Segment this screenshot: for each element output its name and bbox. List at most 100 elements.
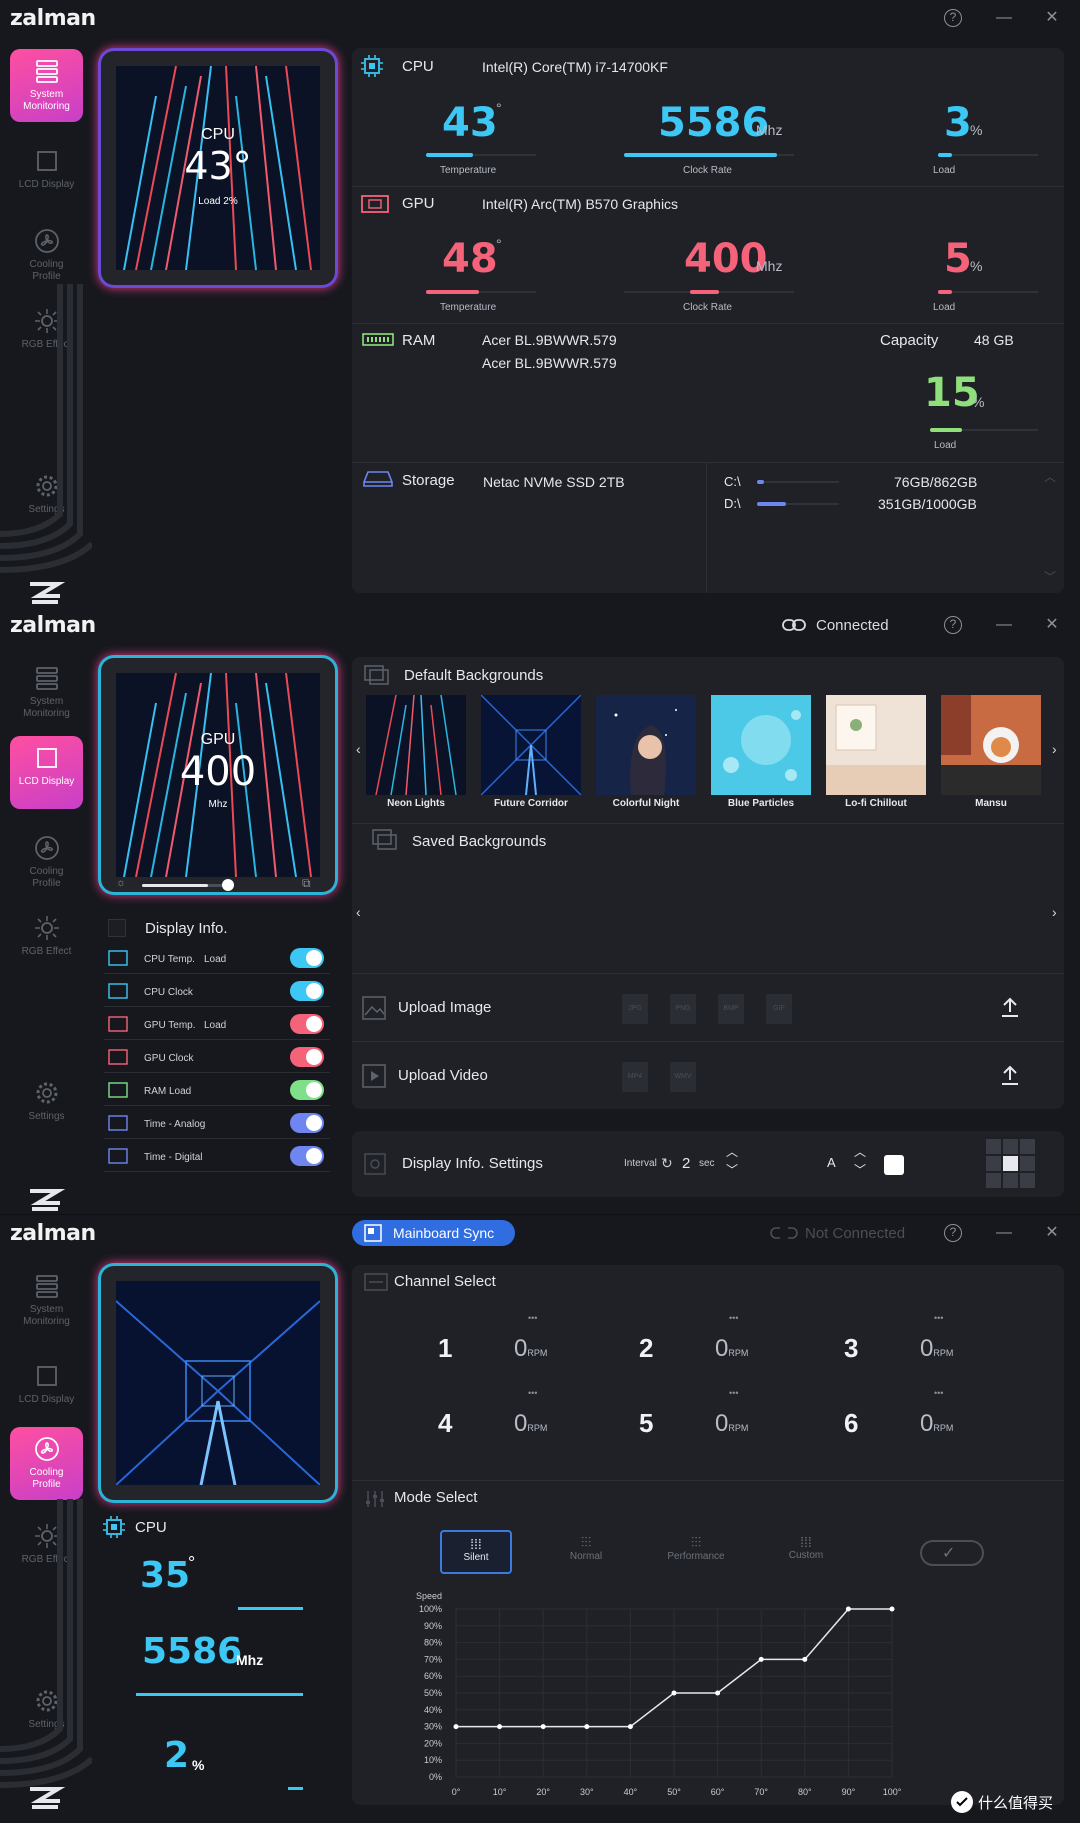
rpm-value: 0 <box>920 1335 934 1362</box>
nav-cooling-profile[interactable]: Cooling Profile <box>10 826 83 899</box>
display-item-toggle[interactable] <box>290 1113 324 1133</box>
check-icon: ✓ <box>942 1545 956 1562</box>
lcd-value: 400 <box>179 749 257 795</box>
nav-system-monitoring[interactable]: System Monitoring <box>10 656 83 729</box>
display-item-toggle[interactable] <box>290 1146 324 1166</box>
title-bar: zalman Mainboard Sync Not Connected ? — … <box>0 1215 1080 1251</box>
display-item-toggle[interactable] <box>290 948 324 968</box>
nav-lcd-display[interactable]: LCD Display <box>10 736 83 809</box>
mode-silent[interactable]: ⁞⁞⁞ Silent <box>440 1530 512 1574</box>
rotate-icon[interactable]: ⧉ <box>302 876 311 891</box>
zalman-z-logo <box>30 1189 66 1211</box>
channel-number[interactable]: 5 <box>639 1408 653 1439</box>
channel-number[interactable]: 4 <box>438 1408 452 1439</box>
lcd-value: 43° <box>184 144 252 188</box>
channel-number[interactable]: 1 <box>438 1333 452 1364</box>
background-thumb-blue-particles[interactable] <box>711 695 811 795</box>
scroll-down-icon[interactable]: ﹀ <box>1044 568 1056 585</box>
scroll-up-icon[interactable]: ︿ <box>1044 468 1056 485</box>
fan-curve-point <box>889 1606 895 1612</box>
interval-value[interactable]: 2 <box>682 1155 690 1172</box>
help-icon[interactable]: ? <box>944 9 962 27</box>
fan-curve-point <box>584 1724 590 1730</box>
interval-down-icon[interactable]: ﹀ <box>726 1161 738 1178</box>
display-info-row: Time - Analog <box>104 1109 330 1139</box>
font-size-up-icon[interactable]: ︿ <box>854 1143 866 1160</box>
nav-settings[interactable]: Settings <box>10 1071 83 1144</box>
position-grid-icon[interactable] <box>986 1139 1036 1189</box>
channel-menu-icon[interactable]: ••• <box>729 1388 738 1398</box>
next-arrow-icon[interactable]: › <box>1052 904 1057 920</box>
minimize-button[interactable]: — <box>992 613 1016 637</box>
text-color-swatch[interactable] <box>884 1155 904 1175</box>
fan-curve-point <box>453 1724 459 1730</box>
display-info-settings-bar: Display Info. Settings Interval ↻ 2 sec … <box>352 1131 1064 1197</box>
mode-custom[interactable]: ⁞⁞⁞ Custom <box>770 1530 842 1574</box>
cpu-load-value: 2 <box>164 1735 190 1776</box>
channel-number[interactable]: 6 <box>844 1408 858 1439</box>
rpm-value: 0 <box>920 1410 934 1437</box>
mode-performance[interactable]: ⫶⫶⫶ Performance <box>660 1530 732 1574</box>
channel-number[interactable]: 3 <box>844 1333 858 1364</box>
prev-arrow-icon[interactable]: ‹ <box>356 904 361 920</box>
nav-system-monitoring[interactable]: System Monitoring <box>10 49 83 122</box>
help-icon[interactable]: ? <box>944 616 962 634</box>
display-item-toggle[interactable] <box>290 1047 324 1067</box>
upload-video-row[interactable]: Upload Video MP4 WMV <box>352 1042 1064 1109</box>
upload-icon[interactable] <box>1000 996 1020 1018</box>
nav-system-monitoring[interactable]: System Monitoring <box>10 1264 83 1337</box>
channel-rpm: 0RPM <box>715 1335 748 1363</box>
background-label: Neon Lights <box>387 798 445 809</box>
brightness-slider-thumb[interactable] <box>222 879 234 891</box>
nav-lcd-display[interactable]: LCD Display <box>10 139 83 212</box>
lcd-label: GPU <box>200 731 236 748</box>
cpu-title: CPU <box>402 58 434 75</box>
next-arrow-icon[interactable]: › <box>1052 741 1057 757</box>
background-thumb-mansu[interactable] <box>941 695 1041 795</box>
nav-cooling-profile[interactable]: Cooling Profile <box>10 219 83 292</box>
mode-icon <box>366 1491 384 1507</box>
nav-rgb-effect[interactable]: RGB Effect <box>10 906 83 979</box>
nav-cooling-profile[interactable]: Cooling Profile <box>10 1427 83 1500</box>
interval-up-icon[interactable]: ︿ <box>726 1143 738 1160</box>
close-button[interactable]: ✕ <box>1040 6 1064 30</box>
channel-menu-icon[interactable]: ••• <box>528 1313 537 1323</box>
prev-arrow-icon[interactable]: ‹ <box>356 741 361 757</box>
settings-icon <box>364 1153 386 1175</box>
video-icon <box>362 1064 386 1088</box>
fan-curve-chart[interactable]: Speed 100% 90% 80% 70% 60% 50% 40% 30% 20% 10% 0% 0°… <box>372 1583 932 1803</box>
fan-icon <box>34 229 59 253</box>
display-info-checkbox[interactable] <box>108 919 126 937</box>
minimize-button[interactable]: — <box>992 6 1016 30</box>
channel-menu-icon[interactable]: ••• <box>934 1388 943 1398</box>
upload-image-row[interactable]: Upload Image JPG PNG BMP GIF <box>352 974 1064 1041</box>
channel-menu-icon[interactable]: ••• <box>729 1313 738 1323</box>
background-thumb-neon-lights[interactable] <box>366 695 466 795</box>
close-button[interactable]: ✕ <box>1040 613 1064 637</box>
close-button[interactable]: ✕ <box>1040 1221 1064 1245</box>
display-item-toggle[interactable] <box>290 1080 324 1100</box>
background-thumb-colorful-night[interactable] <box>596 695 696 795</box>
monitor-panel: CPU Intel(R) Core(TM) i7-14700KF 43 ° Te… <box>352 48 1064 593</box>
background-label: Mansu <box>975 798 1007 809</box>
apply-toggle[interactable]: ✓ <box>920 1540 984 1566</box>
help-icon[interactable]: ? <box>944 1224 962 1242</box>
background-thumb-future-corridor[interactable] <box>481 695 581 795</box>
mainboard-sync-button[interactable]: Mainboard Sync <box>352 1220 515 1246</box>
upload-icon[interactable] <box>1000 1064 1020 1086</box>
channel-number[interactable]: 2 <box>639 1333 653 1364</box>
nav-lcd-display[interactable]: LCD Display <box>10 1354 83 1427</box>
display-item-label: GPU Clock <box>144 1053 194 1064</box>
cpu-load-bar <box>938 153 952 157</box>
upload-video-label: Upload Video <box>398 1067 488 1084</box>
channel-menu-icon[interactable]: ••• <box>934 1313 943 1323</box>
display-item-icon <box>108 1115 128 1131</box>
display-item-toggle[interactable] <box>290 981 324 1001</box>
minimize-button[interactable]: — <box>992 1221 1016 1245</box>
font-size-down-icon[interactable]: ﹀ <box>854 1161 866 1178</box>
channel-menu-icon[interactable]: ••• <box>528 1388 537 1398</box>
background-thumb-lofi-chillout[interactable] <box>826 695 926 795</box>
mode-normal[interactable]: ⫶⫶⫶ Normal <box>550 1530 622 1574</box>
display-item-toggle[interactable] <box>290 1014 324 1034</box>
nav-label: Cooling <box>29 866 64 877</box>
